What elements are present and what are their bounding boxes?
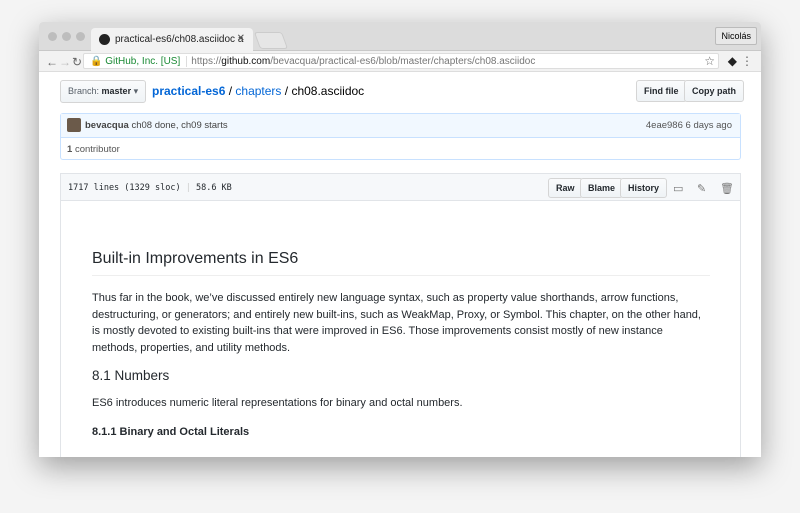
lock-icon: 🔒 <box>90 56 103 67</box>
back-icon[interactable]: ← <box>46 55 58 69</box>
folder-link[interactable]: chapters <box>235 84 281 98</box>
copy-path-button[interactable]: Copy path <box>684 80 744 102</box>
branch-select[interactable]: Branch: master ▾ <box>60 80 147 103</box>
history-button[interactable]: History <box>620 178 668 198</box>
file-body: Built-in Improvements in ES6 Thus far in… <box>60 200 741 457</box>
github-icon <box>99 34 110 45</box>
commit-message[interactable]: ch08 done, ch09 starts <box>131 120 227 131</box>
commit-sha[interactable]: 4eae986 <box>646 120 683 131</box>
forward-icon[interactable]: → <box>59 55 71 69</box>
paragraph-intro: Thus far in the book, we’ve discussed en… <box>92 292 701 354</box>
star-icon[interactable]: ☆ <box>704 54 715 68</box>
url-scheme: https:// <box>191 56 222 67</box>
heading-2: 8.1 Numbers <box>92 368 170 383</box>
heading-1: Built-in Improvements in ES6 <box>92 250 710 276</box>
browser-window: practical-es6/ch08.asciidoc a ✕ Nicolás ←… <box>39 22 761 457</box>
raw-button[interactable]: Raw <box>548 178 583 198</box>
address-bar-row: ← → ↻ 🔒 GitHub, Inc. [US] https://github.… <box>39 51 761 72</box>
file-size: 58.6 KB <box>195 183 232 193</box>
trash-icon[interactable]: 🗑 <box>720 182 734 195</box>
url-host: github.com <box>221 56 271 67</box>
file-lines: 1717 lines (1329 sloc) <box>68 183 181 193</box>
tab-title: practical-es6/ch08.asciidoc a <box>115 34 244 45</box>
contributors-count: 1 <box>67 144 73 155</box>
secure-label: GitHub, Inc. [US] <box>105 56 181 67</box>
title-bar: practical-es6/ch08.asciidoc a ✕ Nicolás <box>39 22 761 51</box>
profile-button[interactable]: Nicolás <box>715 27 757 45</box>
breadcrumb: practical-es6 / chapters / ch08.asciidoc <box>152 84 365 98</box>
url-field[interactable]: 🔒 GitHub, Inc. [US] https://github.com/be… <box>83 53 719 69</box>
find-file-button[interactable]: Find file <box>636 80 687 102</box>
file-header: 1717 lines (1329 sloc) | 58.6 KB Raw Bla… <box>60 173 741 201</box>
pencil-icon[interactable]: ✎ <box>697 182 706 195</box>
extension-icon[interactable]: ◆ <box>728 54 737 68</box>
file-name: ch08.asciidoc <box>291 84 365 98</box>
minimize-window-button[interactable] <box>62 32 71 41</box>
new-tab-button[interactable] <box>253 32 289 49</box>
browser-tab[interactable]: practical-es6/ch08.asciidoc a ✕ <box>91 28 253 51</box>
reload-icon[interactable]: ↻ <box>72 55 82 69</box>
branch-label: Branch: <box>68 86 100 96</box>
menu-icon[interactable]: ⋮ <box>741 54 753 68</box>
commit-author[interactable]: bevacqua <box>85 120 129 131</box>
desktop-icon[interactable]: ▭ <box>673 182 683 195</box>
avatar[interactable] <box>67 118 81 132</box>
paragraph-numbers: ES6 introduces numeric literal represent… <box>92 397 463 409</box>
maximize-window-button[interactable] <box>76 32 85 41</box>
blame-button[interactable]: Blame <box>580 178 624 198</box>
commit-box: bevacqua ch08 done, ch09 starts 4eae986 6… <box>60 113 741 160</box>
url-path: /bevacqua/practical-es6/blob/master/chap… <box>270 56 536 67</box>
branch-name: master <box>101 86 132 96</box>
commit-age: 6 days ago <box>685 120 732 131</box>
contributors[interactable]: 1 contributor <box>61 138 740 161</box>
repo-link[interactable]: practical-es6 <box>152 84 225 98</box>
close-tab-icon[interactable]: ✕ <box>237 33 245 44</box>
close-window-button[interactable] <box>48 32 57 41</box>
contributors-label: contributor <box>74 144 120 155</box>
heading-3: 8.1.1 Binary and Octal Literals <box>92 425 250 438</box>
